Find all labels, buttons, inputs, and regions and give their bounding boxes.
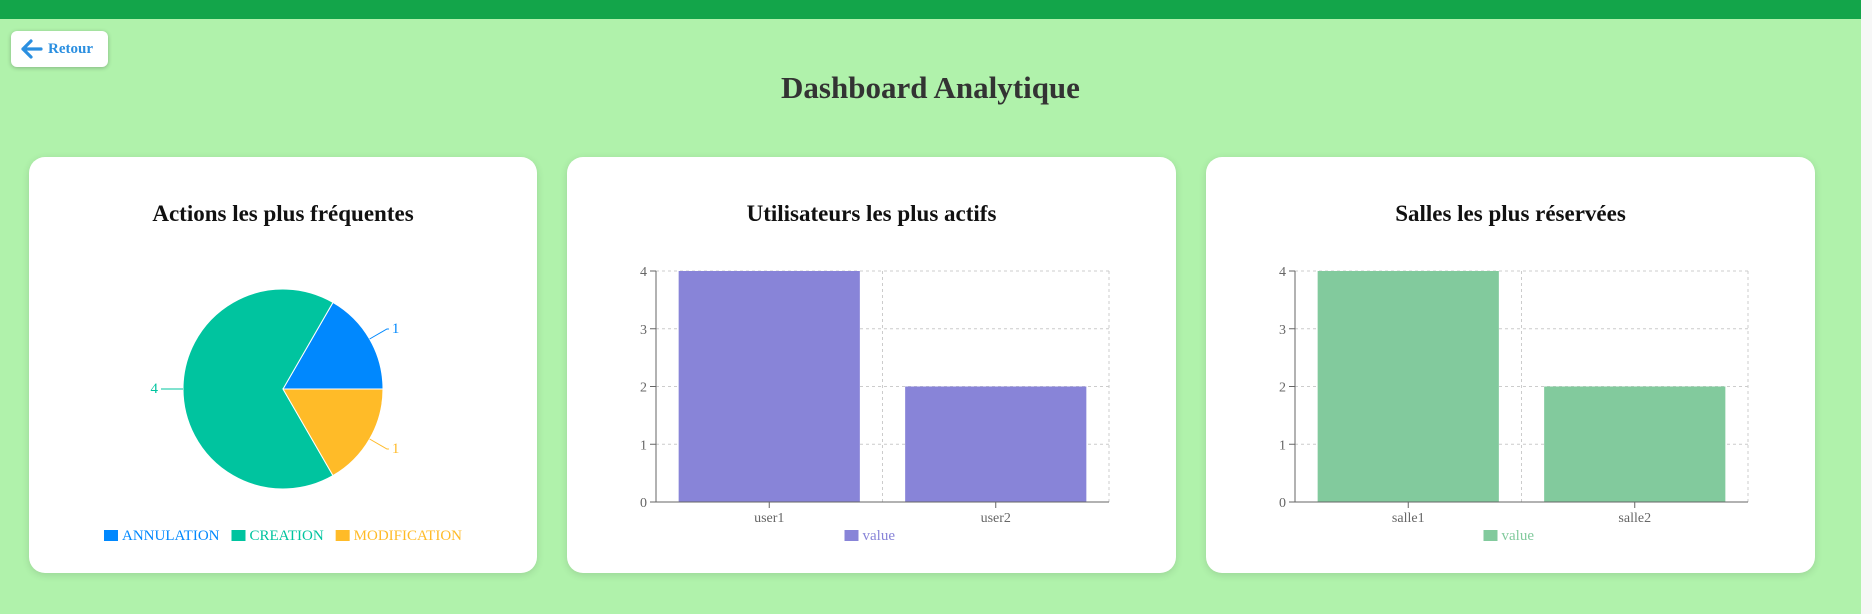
y-tick-label: 4	[640, 265, 647, 280]
bar	[1317, 271, 1499, 502]
x-tick-label: user1	[754, 511, 784, 526]
rooms-bar-chart: salle1 salle2 0 1 2 3 4 value	[1279, 265, 1749, 544]
top-bar	[0, 0, 1861, 19]
legend-label: value	[1502, 528, 1535, 544]
y-tick-label: 2	[1279, 381, 1286, 396]
y-tick-label: 0	[640, 496, 647, 511]
back-button[interactable]: Retour	[11, 31, 108, 67]
legend-label: MODIFICATION	[354, 528, 463, 544]
pie-legend: ANNULATION CREATION MODIFICATION	[103, 528, 463, 544]
bar-legend: value	[844, 528, 896, 544]
y-tick-label: 1	[640, 438, 647, 453]
bar	[678, 271, 860, 502]
legend-swatch	[335, 530, 350, 541]
rooms-chart-card: Salles les plus réservées salle1 salle2 0 1…	[1206, 157, 1815, 573]
pie-value-label: 4	[151, 381, 159, 397]
legend-swatch	[844, 530, 859, 541]
page-title: Dashboard Analytique	[781, 70, 1080, 105]
x-tick-label: user2	[981, 511, 1011, 526]
y-tick-label: 4	[1279, 265, 1286, 280]
y-tick-label: 2	[640, 381, 647, 396]
actions-pie-chart: 1 4 1 ANNULATION CREATION MODIFICATION	[103, 288, 463, 544]
legend-label: ANNULATION	[122, 528, 220, 544]
y-tick-label: 3	[640, 323, 647, 338]
back-label: Retour	[48, 40, 93, 57]
arrow-left-icon	[21, 39, 43, 59]
legend-label: CREATION	[249, 528, 323, 544]
y-tick-label: 1	[1279, 438, 1286, 453]
pie-label-line	[369, 438, 389, 450]
bar	[905, 386, 1087, 502]
legend-swatch	[1483, 530, 1498, 541]
legend-item: CREATION	[231, 528, 324, 544]
pie-label-line	[369, 328, 389, 340]
bar	[1544, 386, 1726, 502]
pie-value-label: 1	[392, 321, 400, 337]
y-tick-label: 3	[1279, 323, 1286, 338]
legend-swatch	[103, 530, 118, 541]
pie-value-label: 1	[392, 441, 400, 457]
x-tick-label: salle1	[1392, 511, 1425, 526]
scrollbar[interactable]	[1861, 0, 1872, 614]
y-tick-label: 0	[1279, 496, 1286, 511]
users-bar-chart: user1 user2 0 1 2 3 4 value	[640, 265, 1110, 544]
legend-label: value	[863, 528, 896, 544]
legend-item: MODIFICATION	[335, 528, 463, 544]
users-chart-card: Utilisateurs les plus actifs user1 user2 0…	[567, 157, 1176, 573]
legend-item: ANNULATION	[103, 528, 220, 544]
x-tick-label: salle2	[1618, 511, 1651, 526]
bar-legend: value	[1483, 528, 1535, 544]
actions-chart-card: Actions les plus fréquentes 1 4 1 ANNULATIO…	[29, 157, 537, 573]
legend-swatch	[231, 530, 246, 541]
